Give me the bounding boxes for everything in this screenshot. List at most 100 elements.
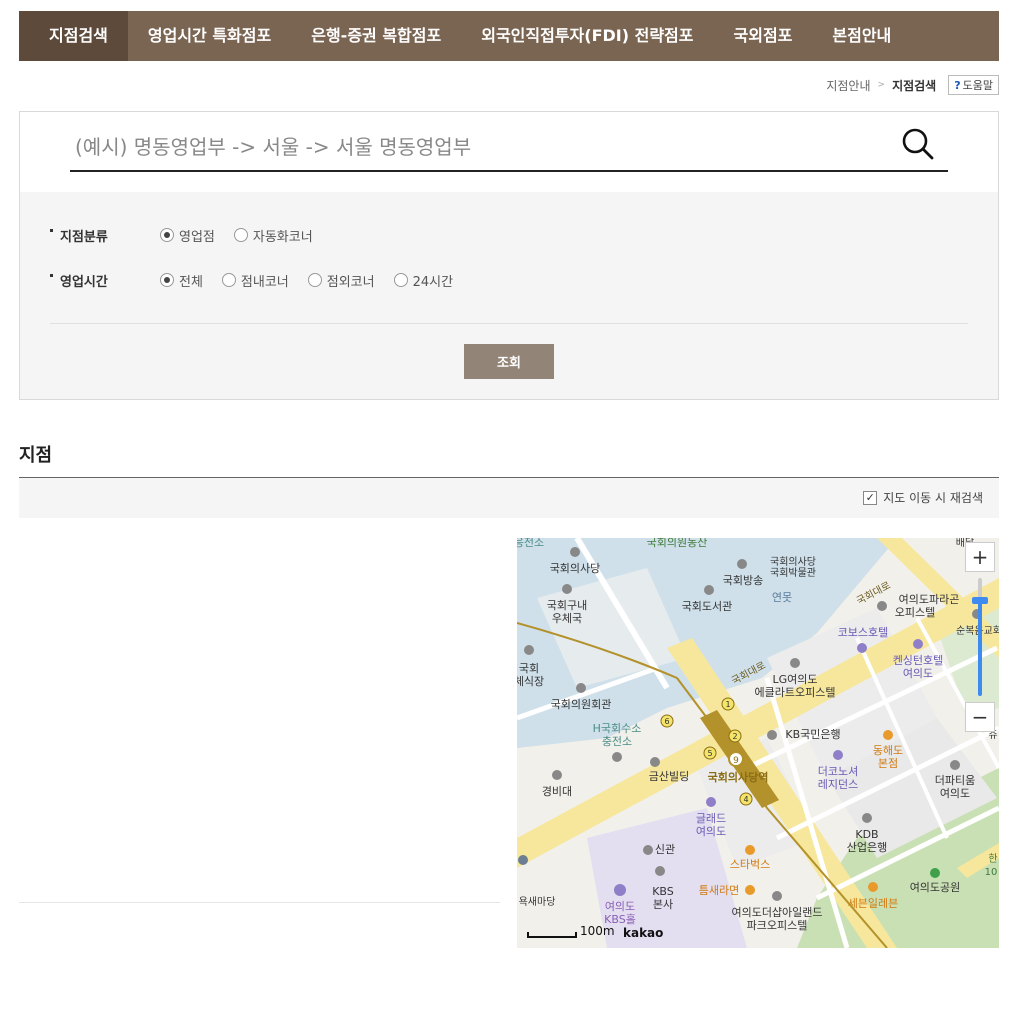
map-label: 코보스호텔 [838,626,889,639]
radio-atm-corner[interactable]: 자동화코너 [233,226,313,245]
radio-label: 24시간 [412,274,454,290]
map-label: 본사 [653,898,673,911]
map-zoom-control: + − [965,542,995,732]
map-label: 금산빌딩 [649,770,689,783]
divider [50,323,968,324]
map-scale: 100m [527,924,615,938]
map-label: 더파티움 [935,774,975,787]
zoom-out-button[interactable]: − [965,702,995,732]
map-view[interactable]: 9 1 2 6 5 4 국회의사당 국회구내 우체국 국회도서관 국회방송 국회… [517,538,999,948]
radio-branch-office[interactable]: 영업점 [160,226,215,245]
map-label: 국회 [519,662,539,675]
map-label: 한 [988,853,997,865]
checkmark-icon: ✓ [863,490,878,505]
map-label: 여의도 [940,787,970,800]
map-label: 신관 [655,843,675,856]
map-label: 욕새마당 [519,896,556,908]
radio-circle [221,273,236,287]
map-label: 국회의원동산 [647,538,708,549]
search-input[interactable] [70,124,948,172]
results-options-bar: ✓ 지도 이동 시 재검색 [19,478,999,518]
svg-text:1: 1 [725,700,730,709]
map-attribution-logo[interactable]: kakao [623,926,663,940]
map-label: 국회대로 [855,579,893,607]
map-label: 국회의원회관 [551,698,612,711]
radio-circle [233,228,248,242]
tab-bank-securities[interactable]: 은행-증권 복합점포 [291,11,461,61]
map-label: 국회방송 [723,574,763,587]
map-label: 산업은행 [847,841,887,854]
tab-head-office[interactable]: 본점안내 [812,11,911,61]
map-label: LG여의도 [772,673,817,686]
search-icon[interactable] [900,126,936,162]
map-label: KB국민은행 [785,728,840,741]
hours-filter: 영업시간 전체 점내코너 점외코너 24시간 [50,270,472,290]
tab-branch-search[interactable]: 지점검색 [19,11,128,61]
map-label: 켄싱턴호텔 [893,654,944,667]
svg-text:6: 6 [664,717,669,726]
map-label: 10 [985,867,998,878]
radio-circle [160,228,174,242]
top-navigation: 지점검색 영업시간 특화점포 은행-증권 복합점포 외국인직접투자(FDI) 전… [19,11,999,61]
radio-label: 점내코너 [240,274,289,290]
help-label: 도움말 [962,79,993,92]
breadcrumb-parent[interactable]: 지점안내 [826,77,870,94]
branch-type-filter: 지점분류 영업점 자동화코너 [50,225,332,245]
results-title: 지점 [19,445,53,466]
map-label: 연못 [772,591,792,604]
zoom-slider[interactable] [965,572,995,702]
radio-all[interactable]: 전체 [160,271,203,290]
branch-list[interactable] [19,538,500,903]
tab-fdi-branches[interactable]: 외국인직접투자(FDI) 전략점포 [461,11,713,61]
radio-label: 영업점 [179,229,215,245]
map-label: KBS [652,885,674,898]
map-label: 레지던스 [818,778,858,791]
help-icon: ? [954,79,961,92]
radio-outside-corner[interactable]: 점외코너 [307,271,375,290]
chevron-right-icon: > [877,80,886,90]
radio-24h[interactable]: 24시간 [393,271,454,290]
hours-label: 영업시간 [50,271,160,290]
zoom-in-button[interactable]: + [965,542,995,572]
radio-inside-corner[interactable]: 점내코너 [221,271,289,290]
help-button[interactable]: ? 도움말 [948,75,999,95]
tab-special-hours[interactable]: 영업시간 특화점포 [128,11,291,61]
svg-text:2: 2 [732,732,737,741]
map-label: 국회의사당역 [708,770,769,784]
search-panel: 지점분류 영업점 자동화코너 영업시간 전체 점내코너 점외코너 24시간 조회 [19,111,999,400]
zoom-handle[interactable] [972,597,988,604]
map-label: 틈새라면 [699,884,739,897]
map-label: 여의도더샵아일랜드 [731,905,822,919]
scale-label: 100m [580,924,615,938]
map-label: 경비대 [542,785,572,798]
map-label: 여의도 [605,900,635,913]
map-label: 체식장 [517,675,544,688]
map-label: 더코노셔 [818,765,858,778]
breadcrumb-current: 지점검색 [892,78,937,93]
map-label: 오피스텔 [895,606,935,619]
radio-circle [393,273,408,287]
map-label: 국회의사당 [770,556,816,568]
map-canvas[interactable]: 9 1 2 6 5 4 국회의사당 국회구내 우체국 국회도서관 국회방송 국회… [517,538,999,948]
map-label: 충전소 [602,735,632,748]
map-label: 여의도공원 [910,881,961,894]
research-on-move-checkbox[interactable]: ✓ 지도 이동 시 재검색 [863,489,983,506]
map-label: 여의도 [903,667,933,680]
tab-overseas-branches[interactable]: 국외점포 [714,11,813,61]
map-label: 국회의사당 [550,562,601,575]
radio-label: 전체 [179,274,203,290]
map-label: 여의도파라곤 [899,593,960,606]
map-label: 우체국 [552,612,582,625]
map-label: 응전소 [517,538,544,549]
map-label: 세븐일레븐 [848,896,899,910]
radio-circle [307,273,322,287]
radio-circle [160,273,174,287]
map-label: 동해도 [873,743,903,757]
branch-type-label: 지점분류 [50,226,160,245]
map-label: 글래드 [696,812,726,825]
svg-text:4: 4 [743,795,748,804]
search-submit-button[interactable]: 조회 [464,344,554,379]
svg-text:5: 5 [707,749,712,758]
map-label: 스타벅스 [730,858,770,871]
map-label: KDB [855,828,878,841]
